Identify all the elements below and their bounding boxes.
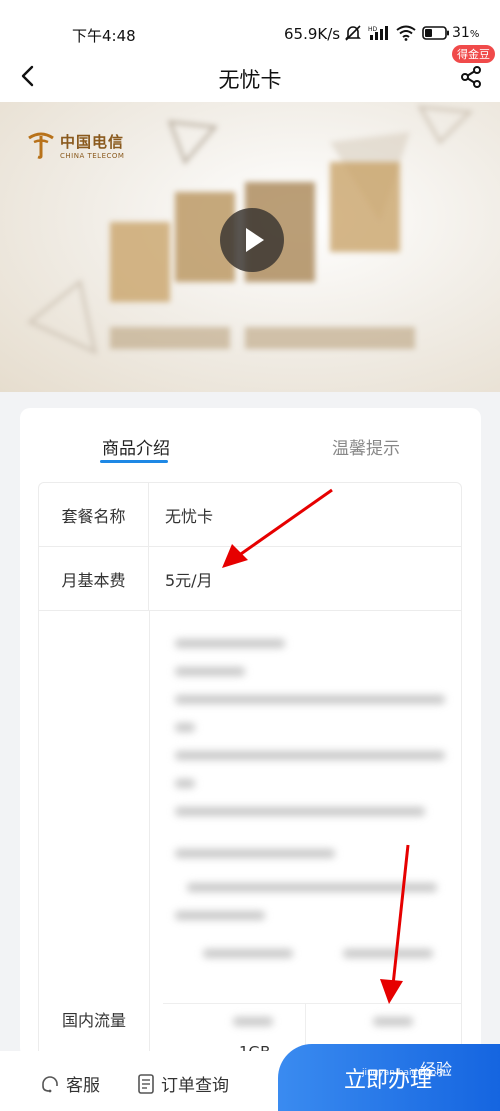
- nav-bar: 无忧卡: [0, 50, 500, 102]
- logo-cn-text: 中国电信: [60, 132, 125, 151]
- signal-icon: HD: [368, 26, 388, 40]
- package-table: 套餐名称 无忧卡 月基本费 5元/月 国内流量 1GB: [38, 482, 462, 1058]
- customer-service-button[interactable]: 客服: [40, 1071, 100, 1096]
- row-label: 月基本费: [39, 547, 149, 610]
- headset-icon: [42, 1075, 58, 1092]
- watermark-url: jingyan.baidu.com: [362, 1068, 446, 1078]
- battery-percent: 31%: [452, 25, 480, 41]
- tab-active-indicator: [100, 460, 168, 463]
- telecom-logo-icon: [28, 132, 54, 159]
- tab-product-intro[interactable]: 商品介绍: [102, 434, 170, 459]
- order-query-button[interactable]: 订单查询: [137, 1071, 229, 1096]
- table-row: 套餐名称 无忧卡: [39, 483, 461, 547]
- product-banner[interactable]: 中国电信 CHINA TELECOM: [0, 102, 500, 392]
- tab-tips[interactable]: 温馨提示: [332, 434, 400, 459]
- battery-icon: [422, 26, 449, 40]
- mute-bell-icon: [345, 25, 361, 41]
- flow-label-column: [149, 611, 150, 1058]
- china-telecom-logo: 中国电信 CHINA TELECOM: [26, 130, 124, 160]
- document-icon: [138, 1073, 154, 1094]
- page-title: 无忧卡: [218, 68, 282, 92]
- share-icon[interactable]: [458, 64, 484, 90]
- service-label: 客服: [66, 1076, 100, 1096]
- svg-text:HD: HD: [368, 26, 378, 33]
- network-speed: 65.9K/s: [284, 25, 341, 43]
- product-card: 商品介绍 温馨提示 套餐名称 无忧卡 月基本费 5元/月 国内流量: [20, 408, 481, 1058]
- status-bar: 下午4:48 65.9K/s HD 31%: [0, 0, 500, 50]
- domestic-data-label: 国内流量: [61, 1011, 126, 1030]
- status-icons: HD: [344, 24, 450, 42]
- status-time: 下午4:48: [72, 27, 136, 45]
- tab-bar: 商品介绍 温馨提示: [20, 408, 481, 478]
- row-value: 无忧卡: [165, 506, 214, 526]
- coin-badge[interactable]: 得金豆: [452, 45, 495, 63]
- blurred-description: [163, 627, 455, 1058]
- row-value: 5元/月: [165, 570, 213, 590]
- row-label: 套餐名称: [39, 483, 149, 546]
- flow-divider: [163, 1003, 461, 1004]
- logo-en-text: CHINA TELECOM: [60, 151, 125, 160]
- table-row: 月基本费 5元/月: [39, 547, 461, 611]
- wifi-icon: [396, 25, 416, 41]
- order-query-label: 订单查询: [161, 1076, 229, 1096]
- video-play-button[interactable]: [220, 208, 284, 272]
